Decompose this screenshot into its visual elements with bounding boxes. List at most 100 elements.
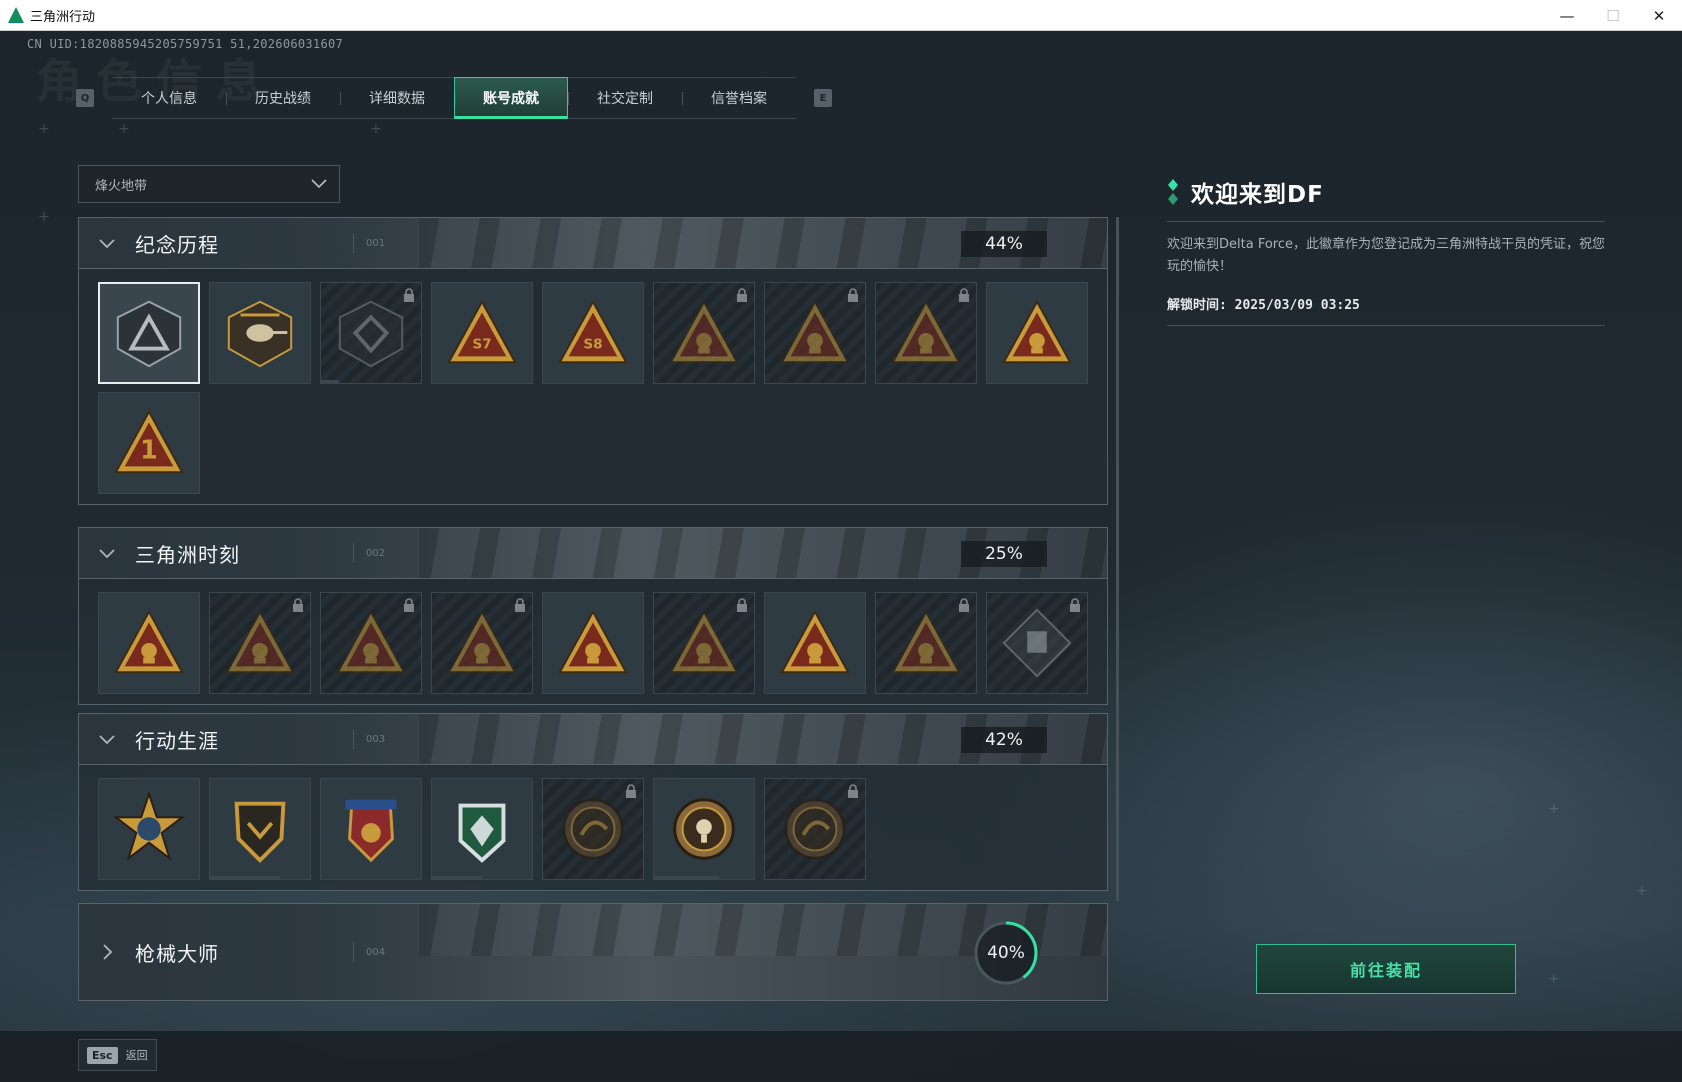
badge-unlock-time: 解锁时间: 2025/03/09 03:25: [1167, 298, 1360, 313]
tab-0[interactable]: 个人信息: [112, 78, 226, 118]
helicopter-badge-icon: [227, 300, 293, 368]
window-title: 三角洲行动: [30, 8, 96, 24]
tab-3[interactable]: 账号成就: [454, 77, 568, 119]
badge-tile[interactable]: [431, 778, 533, 880]
lock-icon: [404, 288, 414, 302]
lock-icon: [737, 288, 747, 302]
lock-icon: [737, 598, 747, 612]
badge-title: 欢迎来到DF: [1191, 182, 1324, 208]
crosshair-decor-icon: +: [1548, 971, 1560, 987]
bronze-round-medal-icon: [562, 798, 624, 860]
user-uid: CN UID:1820885945205759751 51,2026060316…: [27, 37, 344, 51]
chevron-right-icon: [103, 944, 113, 960]
rocket-triangle-badge-icon: [780, 609, 850, 674]
minimize-button[interactable]: —: [1544, 0, 1590, 31]
badge-tile[interactable]: [986, 282, 1088, 384]
bird-nest-triangle-badge-icon: [1002, 299, 1072, 364]
badge-progress-bar: [210, 876, 280, 879]
next-tab-key[interactable]: E: [814, 89, 832, 107]
badge-tile[interactable]: 1: [98, 392, 200, 494]
section-toggle[interactable]: [79, 528, 135, 578]
green-crystal-medal-icon: [458, 803, 506, 863]
badge-tile[interactable]: [764, 778, 866, 880]
tab-5[interactable]: 信誉档案: [682, 78, 796, 118]
prev-tab-key[interactable]: Q: [76, 89, 94, 107]
skull-crosshair-medal-icon: [673, 798, 735, 860]
lock-icon: [848, 784, 858, 798]
game-viewport: 角色信息 CN UID:1820885945205759751 51,20260…: [0, 31, 1682, 1082]
badge-tile[interactable]: [209, 282, 311, 384]
mode-select-value: 烽火地带: [95, 178, 148, 194]
diamond-emblem-badge-icon: [1002, 608, 1072, 678]
lock-icon: [404, 598, 414, 612]
badge-tile[interactable]: [98, 778, 200, 880]
section-title: 三角洲时刻: [135, 542, 240, 567]
lock-icon: [848, 288, 858, 302]
lock-icon: [1070, 598, 1080, 612]
bottom-bar: Esc 返回: [0, 1031, 1682, 1082]
section-toggle[interactable]: [79, 218, 135, 268]
badge-tile[interactable]: [653, 778, 755, 880]
crosshair-decor-icon: +: [1636, 883, 1648, 899]
figure-triangle-badge-icon: [780, 299, 850, 364]
badge-tile[interactable]: S7: [431, 282, 533, 384]
badge-description: 欢迎来到Delta Force，此徽章作为您登记成为三角洲特战干员的凭证，祝您玩…: [1167, 237, 1605, 274]
badge-tile[interactable]: S8: [542, 282, 644, 384]
badge-tile[interactable]: [542, 778, 644, 880]
badge-tile[interactable]: [875, 592, 977, 694]
badge-tile[interactable]: [542, 592, 644, 694]
badge-tile[interactable]: [320, 282, 422, 384]
maximize-button[interactable]: ☐: [1590, 0, 1636, 31]
skull-triangle-badge-icon: [891, 299, 961, 364]
lock-icon: [959, 288, 969, 302]
badge-grid-container: S7 S8 1: [78, 269, 1108, 505]
section-toggle[interactable]: [79, 714, 135, 764]
delta-triangle-badge-icon: [116, 300, 182, 368]
section-header[interactable]: 三角洲时刻 002 25%: [78, 527, 1108, 579]
mode-select-dropdown[interactable]: 烽火地带: [78, 165, 340, 203]
esc-key-hint: Esc: [87, 1046, 118, 1064]
tab-2[interactable]: 详细数据: [340, 78, 454, 118]
eagle-round-medal-icon: [784, 798, 846, 860]
section-header[interactable]: 枪械大师 004 40%: [78, 903, 1108, 1001]
section-toggle[interactable]: [79, 926, 135, 978]
badge-tile[interactable]: [320, 778, 422, 880]
section-header[interactable]: 行动生涯 003 42%: [78, 713, 1108, 765]
section-title: 纪念历程: [135, 232, 219, 257]
achievement-section: 枪械大师 004 40%: [78, 903, 1108, 1001]
badge-tile[interactable]: [209, 778, 311, 880]
section-header[interactable]: 纪念历程 001 44%: [78, 217, 1108, 269]
s8-triangle-badge-icon: S8: [558, 299, 628, 364]
badge-tile[interactable]: [320, 592, 422, 694]
section-progress: 44%: [961, 231, 1047, 257]
crosshair-decor-icon: +: [1548, 801, 1560, 817]
section-number: 001: [353, 233, 385, 253]
badge-progress-bar: [432, 876, 482, 879]
go-equip-button[interactable]: 前往装配: [1256, 944, 1516, 994]
badge-tile[interactable]: [875, 282, 977, 384]
tab-4[interactable]: 社交定制: [568, 78, 682, 118]
close-button[interactable]: ✕: [1636, 0, 1682, 31]
badge-tile[interactable]: [986, 592, 1088, 694]
section-progress: 40%: [987, 943, 1025, 963]
section-progress: 42%: [961, 727, 1047, 753]
badge-tile[interactable]: [764, 592, 866, 694]
shield-emblem-badge-icon: [338, 300, 404, 368]
badge-grid-container: [78, 765, 1108, 891]
badge-tile[interactable]: [98, 282, 200, 384]
badge-tile[interactable]: [209, 592, 311, 694]
tab-1[interactable]: 历史战绩: [226, 78, 340, 118]
badge-tile[interactable]: [653, 282, 755, 384]
panel-scrollbar[interactable]: [1116, 217, 1119, 901]
lock-icon: [293, 598, 303, 612]
badge-tile[interactable]: [653, 592, 755, 694]
tab-bar: Q 个人信息 历史战绩 详细数据 账号成就 社交定制 信誉档案 E: [76, 77, 832, 119]
svg-text:S8: S8: [583, 337, 602, 353]
badge-tile[interactable]: [98, 592, 200, 694]
back-button[interactable]: Esc 返回: [78, 1039, 157, 1071]
chevron-down-icon: [99, 549, 115, 559]
badge-tile[interactable]: [764, 282, 866, 384]
svg-text:1: 1: [140, 435, 158, 465]
section-progress: 25%: [961, 541, 1047, 567]
badge-tile[interactable]: [431, 592, 533, 694]
